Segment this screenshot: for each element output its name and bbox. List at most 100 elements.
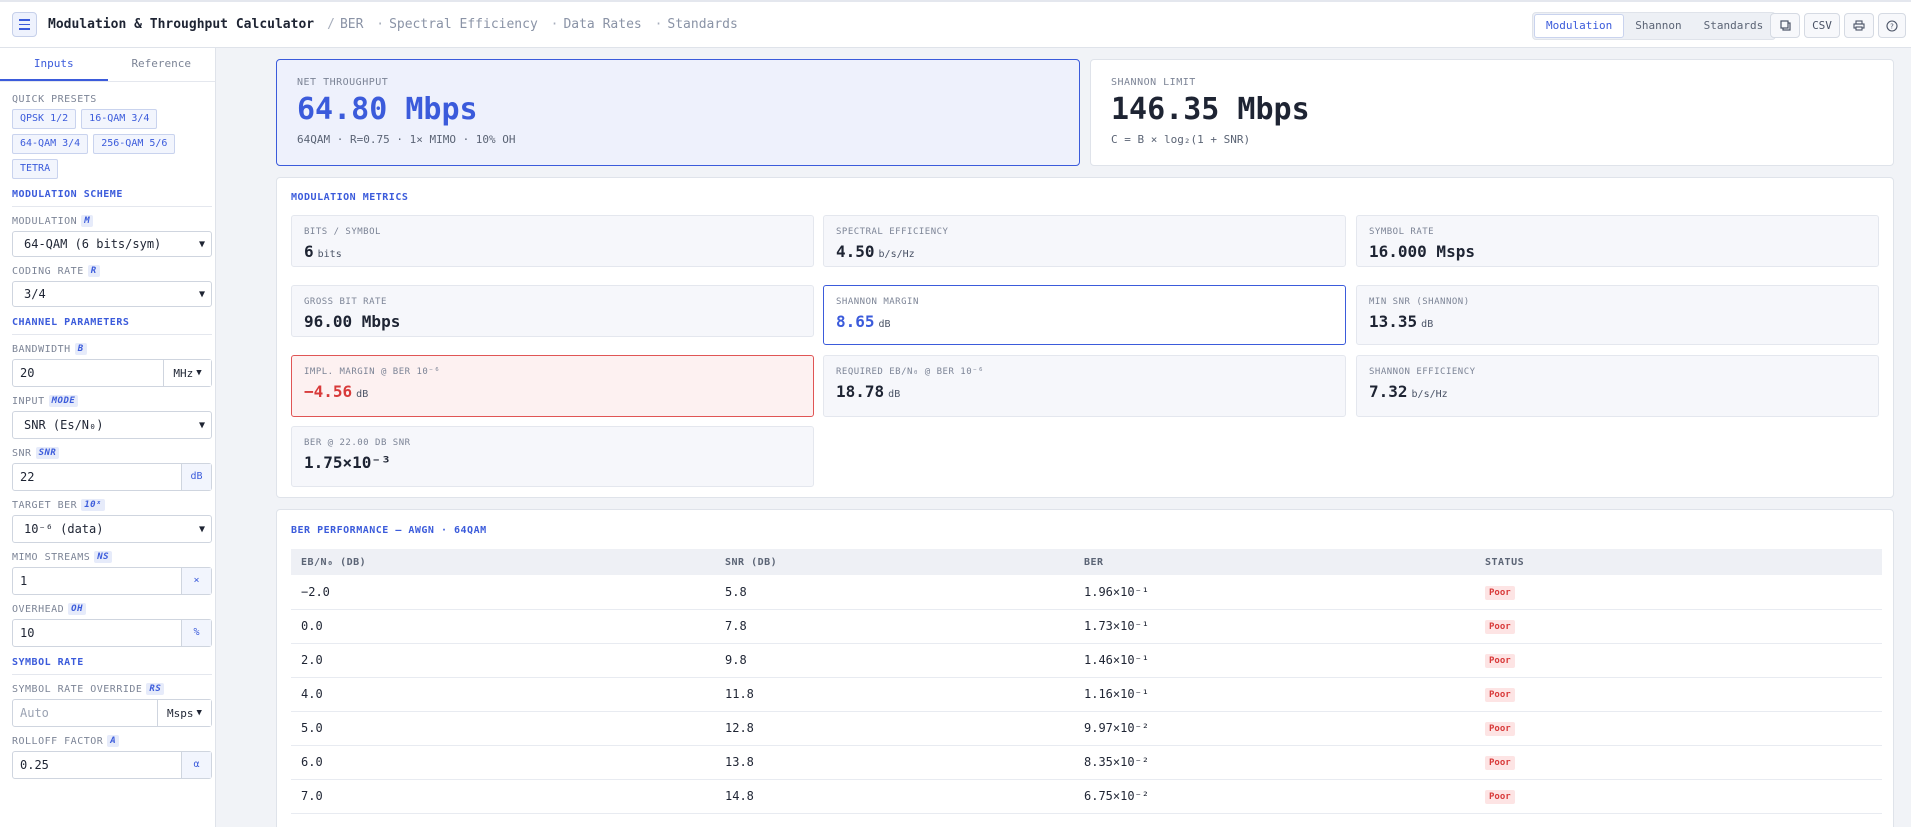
metric-ber-at-snr: BER @ 22.00 DB SNR 1.75×10⁻³ xyxy=(291,426,814,487)
col-snr[interactable]: SNR (DB) xyxy=(715,549,1074,575)
preset-tetra-button[interactable]: TETRA xyxy=(12,159,59,179)
snr-input[interactable]: 22 xyxy=(13,464,181,490)
cell-snr: 12.8 xyxy=(715,711,1074,746)
symbol-rate-unit-select[interactable]: Msps ▼ xyxy=(157,700,211,726)
group-modulation-scheme: MODULATION SCHEME xyxy=(12,189,212,207)
status-badge: Poor xyxy=(1485,756,1515,770)
metric-label: SPECTRAL EFFICIENCY xyxy=(836,227,949,237)
svg-text:?: ? xyxy=(1890,22,1894,30)
ber-table-wrap: EB/N₀ (DB) SNR (DB) BER STATUS −2.0 5.8 … xyxy=(291,549,1882,814)
coding-rate-label: CODING RATE R xyxy=(12,265,204,277)
shannon-limit-sub: C = B × log₂(1 + SNR) xyxy=(1111,133,1251,146)
rolloff-label: ROLLOFF FACTOR A xyxy=(12,735,204,747)
cell-snr: 14.8 xyxy=(715,779,1074,814)
symbol-rate-override-input[interactable]: Auto xyxy=(13,700,157,726)
metric-unit: dB xyxy=(356,389,369,400)
breadcrumb-item[interactable]: Data Rates xyxy=(563,17,641,32)
metric-value-row: 7.32 b/s/Hz xyxy=(1369,382,1878,401)
target-ber-label-text: TARGET BER xyxy=(12,499,78,511)
tab-modulation[interactable]: Modulation xyxy=(1534,14,1625,38)
input-mode-tag: MODE xyxy=(48,395,79,407)
table-header-row: EB/N₀ (DB) SNR (DB) BER STATUS xyxy=(291,549,1882,575)
help-button[interactable]: ? xyxy=(1878,13,1906,38)
tab-inputs[interactable]: Inputs xyxy=(0,48,108,81)
cell-snr: 5.8 xyxy=(715,575,1074,610)
metric-shannon-efficiency: SHANNON EFFICIENCY 7.32 b/s/Hz xyxy=(1356,355,1879,417)
tab-reference[interactable]: Reference xyxy=(108,48,216,81)
chevron-down-icon: ▼ xyxy=(198,523,205,535)
overhead-label: OVERHEAD OH xyxy=(12,603,204,615)
mimo-input[interactable]: 1 xyxy=(13,568,181,594)
metric-symbol-rate: SYMBOL RATE 16.000 Msps xyxy=(1356,215,1879,267)
tab-shannon[interactable]: Shannon xyxy=(1624,14,1692,38)
csv-button[interactable]: CSV xyxy=(1804,13,1840,38)
metric-value-row: 16.000 Msps xyxy=(1369,242,1878,261)
group-symbol-rate: SYMBOL RATE xyxy=(12,657,212,675)
bandwidth-unit: MHz xyxy=(173,366,194,380)
metric-label: BITS / SYMBOL xyxy=(304,227,381,237)
bandwidth-unit-select[interactable]: MHz ▼ xyxy=(163,360,211,386)
metric-value-row: 96.00 Mbps xyxy=(304,312,813,331)
bandwidth-input[interactable]: 20 xyxy=(13,360,163,386)
rolloff-label-text: ROLLOFF FACTOR xyxy=(12,735,104,747)
symbol-rate-override-label-text: SYMBOL RATE OVERRIDE xyxy=(12,683,143,695)
ber-table-title: BER PERFORMANCE — AWGN · 64QAM xyxy=(291,525,487,536)
target-ber-select[interactable]: 10⁻⁶ (data) ▼ xyxy=(12,515,212,543)
metric-shannon-margin: SHANNON MARGIN 8.65 dB xyxy=(823,285,1346,345)
coding-rate-select[interactable]: 3/4 ▼ xyxy=(12,281,212,307)
col-status[interactable]: STATUS xyxy=(1475,549,1882,575)
symbol-rate-unit: Msps xyxy=(167,706,194,720)
cell-snr: 7.8 xyxy=(715,609,1074,644)
preset-256qam-button[interactable]: 256-QAM 5/6 xyxy=(93,134,176,154)
cell-ber: 1.73×10⁻¹ xyxy=(1074,609,1475,644)
modulation-select[interactable]: 64-QAM (6 bits/sym) ▼ xyxy=(12,231,212,257)
preset-qpsk-button[interactable]: QPSK 1/2 xyxy=(12,109,77,129)
net-throughput-sub: 64QAM · R=0.75 · 1× MIMO · 10% OH xyxy=(297,133,516,146)
status-badge: Poor xyxy=(1485,790,1515,804)
metric-label: MIN SNR (SHANNON) xyxy=(1369,297,1470,307)
metric-value: 6 xyxy=(304,242,314,261)
target-ber-value: 10⁻⁶ (data) xyxy=(24,522,104,536)
net-throughput-card: NET THROUGHPUT 64.80 Mbps 64QAM · R=0.75… xyxy=(276,59,1080,166)
preset-64qam-button[interactable]: 64-QAM 3/4 xyxy=(12,134,89,154)
preset-16qam-button[interactable]: 16-QAM 3/4 xyxy=(81,109,158,129)
tab-standards[interactable]: Standards xyxy=(1693,14,1775,38)
top-bar: Modulation & Throughput Calculator / BER … xyxy=(0,0,1911,48)
snr-label-text: SNR xyxy=(12,447,32,459)
breadcrumb-item[interactable]: Standards xyxy=(667,17,737,32)
metric-bits-per-symbol: BITS / SYMBOL 6 bits xyxy=(291,215,814,267)
net-throughput-value: 64.80 Mbps xyxy=(297,92,478,127)
col-ber[interactable]: BER xyxy=(1074,549,1475,575)
metric-value: −4.56 xyxy=(304,382,353,401)
metric-unit: dB xyxy=(1421,319,1434,330)
metric-unit: dB xyxy=(888,389,901,400)
copy-icon xyxy=(1779,20,1791,31)
cell-status: Poor xyxy=(1475,711,1882,746)
copy-button[interactable] xyxy=(1770,13,1800,38)
metric-value-row: 13.35 dB xyxy=(1369,312,1878,331)
chevron-down-icon: ▼ xyxy=(198,238,205,250)
cell-status: Poor xyxy=(1475,677,1882,712)
menu-icon[interactable] xyxy=(12,12,37,37)
input-mode-select[interactable]: SNR (Es/N₀) ▼ xyxy=(12,411,212,439)
table-row: −2.0 5.8 1.96×10⁻¹ Poor xyxy=(291,575,1882,610)
breadcrumb-item[interactable]: Spectral Efficiency xyxy=(389,17,538,32)
coding-rate-tag: R xyxy=(87,265,100,277)
cell-status: Poor xyxy=(1475,779,1882,814)
print-button[interactable] xyxy=(1844,13,1874,38)
rolloff-input[interactable]: 0.25 xyxy=(13,752,181,778)
overhead-input[interactable]: 10 xyxy=(13,620,181,646)
status-badge: Poor xyxy=(1485,620,1515,634)
metric-value-row: 6 bits xyxy=(304,242,813,261)
metric-value: 16.000 Msps xyxy=(1369,242,1475,261)
cell-ebno: 5.0 xyxy=(291,711,715,746)
mimo-label-text: MIMO STREAMS xyxy=(12,551,91,563)
metric-label: REQUIRED EB/N₀ @ BER 10⁻⁶ xyxy=(836,367,984,377)
input-mode-label: INPUT MODE xyxy=(12,395,204,407)
col-ebno[interactable]: EB/N₀ (DB) xyxy=(291,549,715,575)
group-channel-parameters: CHANNEL PARAMETERS xyxy=(12,317,212,335)
metric-unit: b/s/Hz xyxy=(1411,389,1448,400)
overhead-label-text: OVERHEAD xyxy=(12,603,65,615)
breadcrumb-item[interactable]: BER xyxy=(340,17,363,32)
modulation-label-text: MODULATION xyxy=(12,215,78,227)
